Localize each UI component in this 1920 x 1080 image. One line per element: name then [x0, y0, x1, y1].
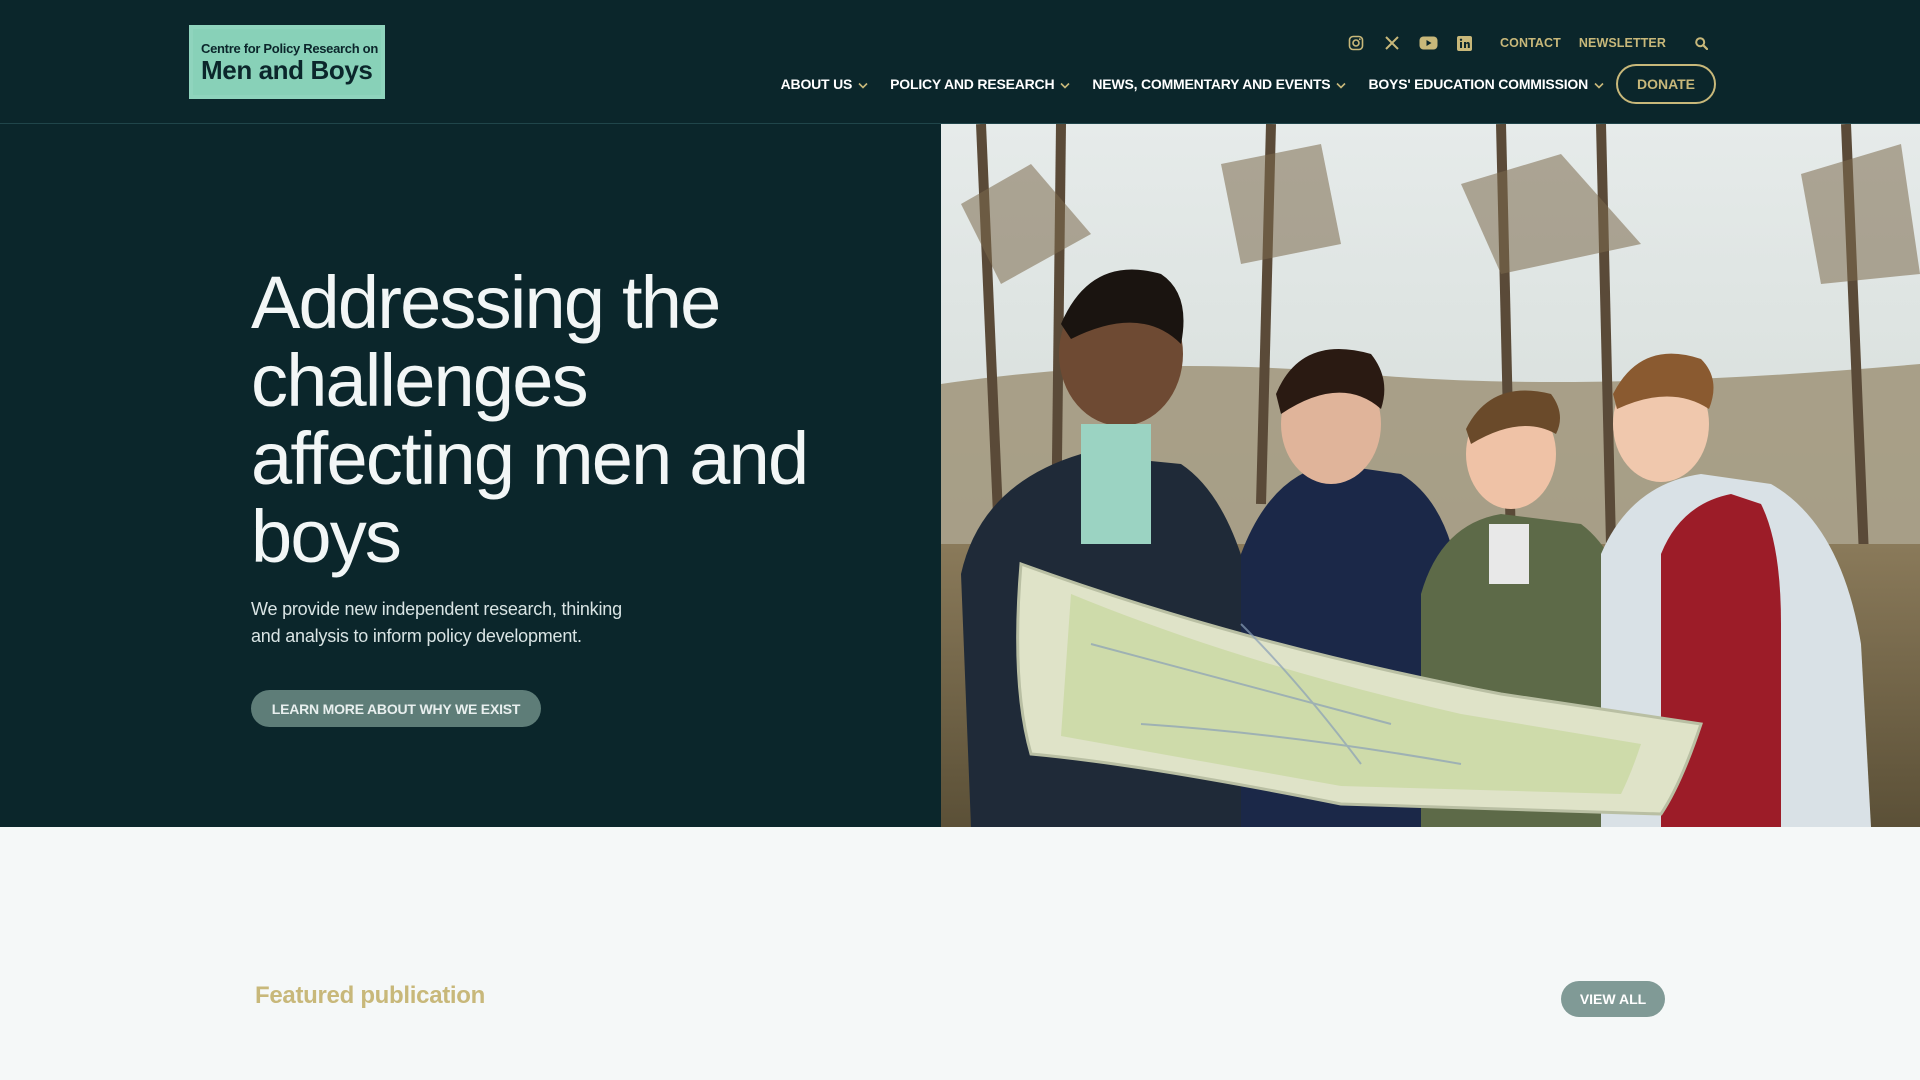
nav-item-label: BOYS' EDUCATION COMMISSION: [1368, 76, 1588, 92]
featured-title: Featured publication: [255, 982, 486, 1009]
logo-line-2: Men and Boys: [201, 54, 373, 85]
donate-button[interactable]: DONATE: [1616, 64, 1716, 104]
utility-bar: CONTACT NEWSLETTER: [1338, 32, 1708, 54]
nav-item-news-commentary-events[interactable]: NEWS, COMMENTARY AND EVENTS: [1092, 76, 1347, 92]
nav-item-about-us[interactable]: ABOUT US: [781, 76, 869, 92]
search-icon[interactable]: [1678, 32, 1708, 54]
chevron-down-icon: [1336, 76, 1347, 92]
instagram-icon[interactable]: [1338, 32, 1374, 54]
nav-item-boys-education-commission[interactable]: BOYS' EDUCATION COMMISSION: [1368, 76, 1604, 92]
nav-item-label: POLICY AND RESEARCH: [890, 76, 1055, 92]
chevron-down-icon: [858, 76, 868, 92]
linkedin-icon[interactable]: [1446, 32, 1482, 54]
youtube-icon[interactable]: [1410, 32, 1446, 54]
site-header: Centre for Policy Research on Men and Bo…: [0, 0, 1920, 124]
logo-line-1: Centre for Policy Research on: [201, 40, 378, 56]
hero-subtitle: We provide new independent research, thi…: [251, 599, 622, 646]
contact-link[interactable]: CONTACT: [1500, 36, 1561, 50]
nav-item-label: ABOUT US: [780, 76, 853, 92]
main-navigation: ABOUT US POLICY AND RESEARCH NEWS, COMME…: [759, 64, 1716, 104]
hero-photo: [941, 124, 1920, 827]
chevron-down-icon: [1594, 76, 1604, 92]
logo-wordmark: Centre for Policy Research on Men and Bo…: [193, 29, 381, 95]
nav-item-label: NEWS, COMMENTARY AND EVENTS: [1092, 76, 1331, 92]
hero-section: Addressing the challenges affecting men …: [0, 124, 1920, 827]
chevron-down-icon: [1060, 76, 1070, 92]
hero-title: Addressing the challenges affecting men …: [251, 261, 809, 578]
newsletter-link[interactable]: NEWSLETTER: [1579, 36, 1666, 50]
learn-more-button[interactable]: LEARN MORE ABOUT WHY WE EXIST: [251, 690, 541, 727]
x-twitter-icon[interactable]: [1374, 32, 1410, 54]
view-all-button[interactable]: VIEW ALL: [1561, 981, 1665, 1017]
nav-item-policy-and-research[interactable]: POLICY AND RESEARCH: [890, 76, 1070, 92]
site-logo[interactable]: Centre for Policy Research on Men and Bo…: [189, 25, 385, 99]
